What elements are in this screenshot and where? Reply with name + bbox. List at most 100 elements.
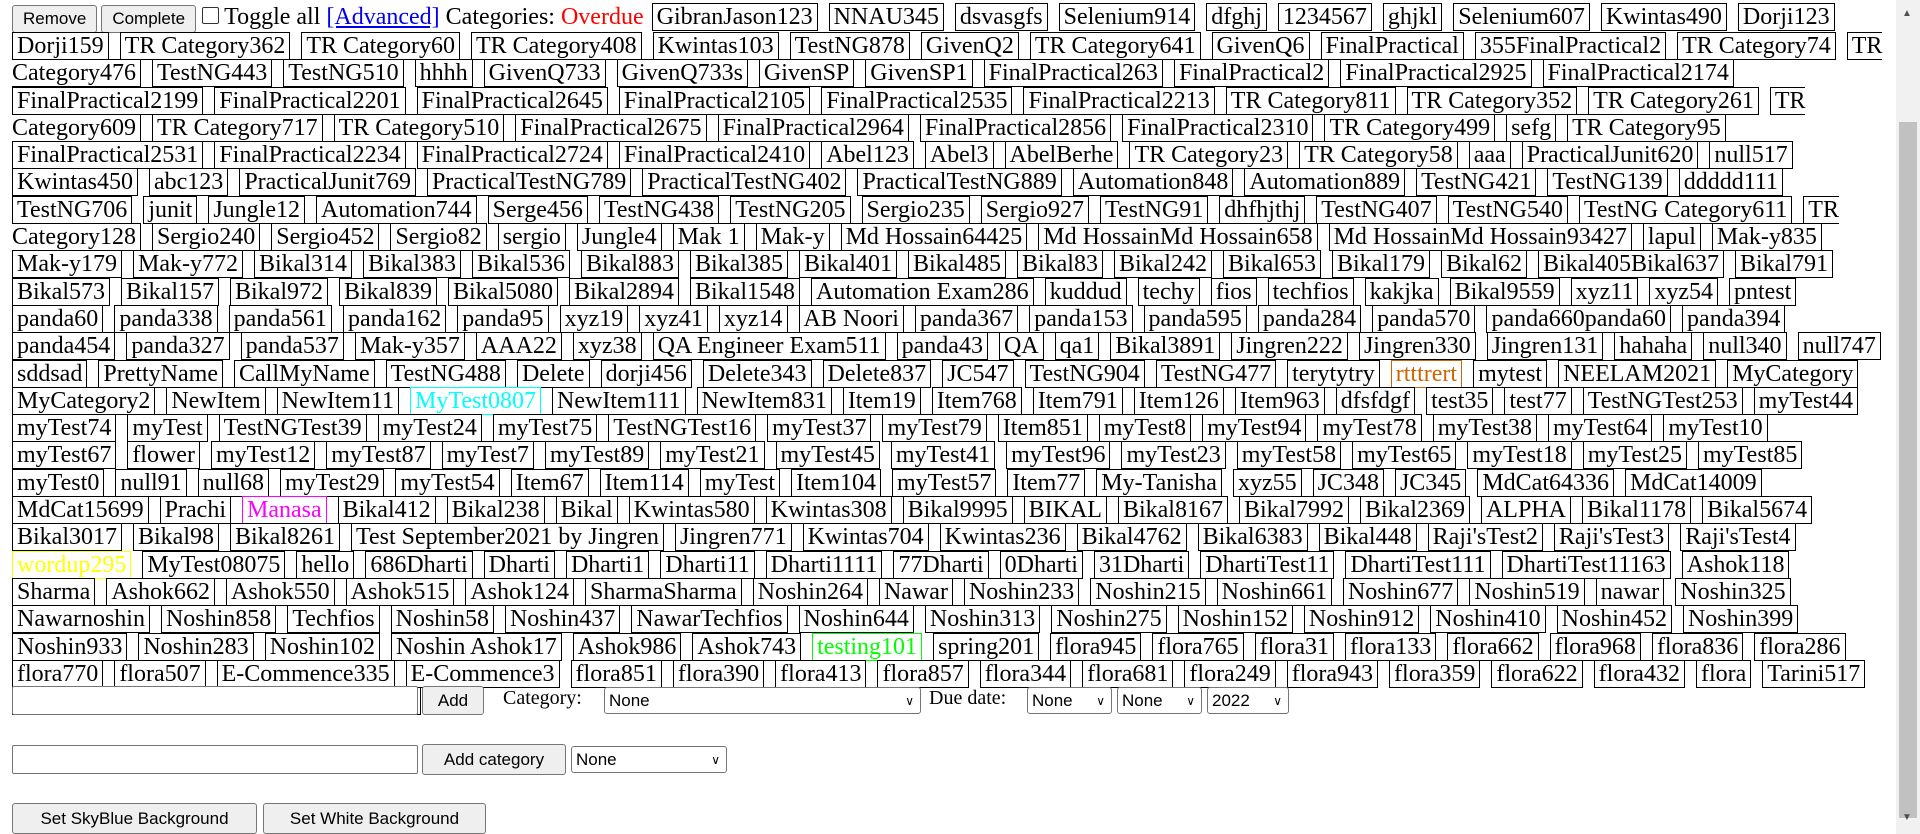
category-tag[interactable]: Dharti [483, 550, 555, 579]
category-tag[interactable]: My-Tanisha [1096, 468, 1222, 497]
category-tag[interactable]: FinalPractical2199 [12, 86, 204, 115]
category-tag[interactable]: Mak 1 [672, 223, 745, 252]
category-tag[interactable]: Bikal179 [1331, 250, 1430, 279]
category-tag[interactable]: techfios [1267, 277, 1354, 306]
category-tag[interactable]: Sergio927 [980, 195, 1089, 224]
category-tag[interactable]: abc123 [149, 168, 229, 197]
category-tag[interactable]: Abel3 [924, 141, 994, 170]
category-tag[interactable]: BIKAL [1023, 496, 1107, 525]
category-tag[interactable]: GivenQ2 [920, 32, 1019, 60]
category-tag[interactable]: Delete [516, 359, 590, 388]
category-tag[interactable]: xyz38 [572, 332, 642, 361]
category-tag[interactable]: FinalPractical2724 [416, 141, 608, 170]
category-tag[interactable]: Sergio235 [861, 195, 970, 224]
category-tag[interactable]: flora432 [1593, 659, 1685, 688]
vertical-scrollbar[interactable]: ▲ ▼ [1896, 0, 1920, 834]
category-tag[interactable]: Item77 [1007, 468, 1086, 497]
category-tag[interactable]: myTest25 [1582, 441, 1688, 470]
category-tag[interactable]: panda454 [12, 332, 116, 361]
category-tag[interactable]: myTest57 [892, 468, 997, 497]
category-tag[interactable]: TR Category717 [151, 113, 323, 142]
category-tag[interactable]: Automation744 [316, 195, 477, 224]
category-tag[interactable]: myTest41 [890, 441, 996, 470]
category-tag[interactable]: GivenQ733 [483, 59, 606, 88]
category-tag[interactable]: Jungle4 [576, 223, 662, 252]
category-tag[interactable]: flora836 [1651, 632, 1744, 661]
category-tag[interactable]: Test September2021 by Jingren [351, 523, 664, 552]
add-button[interactable]: Add [422, 686, 484, 715]
category-tag[interactable]: flora945 [1050, 632, 1142, 661]
category-tag[interactable]: Bikal383 [362, 250, 461, 279]
category-tag[interactable]: flora133 [1345, 632, 1437, 661]
category-tag[interactable]: 355FinalPractical2 [1474, 32, 1667, 60]
category-tag[interactable]: 77Dharti [893, 550, 989, 579]
category-tag[interactable]: TestNG205 [730, 195, 851, 224]
category-tag[interactable]: Noshin313 [924, 605, 1041, 634]
category-tag[interactable]: Jingren222 [1231, 332, 1348, 361]
category-tag[interactable]: Sharma [12, 577, 96, 606]
category-tag[interactable]: Ashok118 [1681, 550, 1790, 579]
category-tag[interactable]: PrettyName [98, 359, 223, 388]
category-tag[interactable]: panda327 [126, 332, 230, 361]
category-tag[interactable]: flower [127, 441, 200, 470]
category-tag[interactable]: Item19 [842, 386, 921, 415]
category-tag[interactable]: Noshin233 [963, 577, 1080, 606]
category-tag[interactable]: flora770 [12, 659, 104, 688]
category-tag[interactable]: Ashok986 [572, 632, 682, 661]
category-tag[interactable]: Kwintas704 [802, 523, 929, 552]
category-tag[interactable]: rtttrert [1390, 359, 1463, 388]
category-tag[interactable]: Kwintas580 [628, 496, 755, 525]
category-tag[interactable]: Md Hossain64425 [840, 223, 1028, 252]
category-tag[interactable]: NewItem [166, 386, 266, 415]
category-tag[interactable]: panda338 [114, 304, 218, 333]
category-tag[interactable]: GivenQ6 [1211, 32, 1310, 60]
category-tag[interactable]: PracticalJunit620 [1521, 141, 1699, 170]
category-tag[interactable]: Noshin410 [1430, 605, 1546, 634]
category-tag[interactable]: Noshin661 [1216, 577, 1332, 606]
category-tag[interactable]: myTest54 [395, 468, 500, 497]
category-tag[interactable]: myTest21 [660, 441, 765, 470]
category-tag[interactable]: spring201 [933, 632, 1040, 661]
category-tag[interactable]: Noshin283 [138, 632, 254, 661]
category-tag[interactable]: Sergio452 [271, 223, 380, 252]
category-tag[interactable]: FinalPractical2234 [214, 141, 406, 170]
category-tag[interactable]: dfsfdgf [1335, 386, 1416, 415]
category-tag[interactable]: Automation Exam286 [811, 277, 1034, 306]
add-category-button[interactable]: Add category [422, 744, 566, 775]
category-color-select[interactable]: None ∨ [571, 746, 727, 773]
category-tag[interactable]: myTest24 [377, 414, 482, 443]
new-item-input[interactable] [12, 686, 418, 715]
scroll-up-arrow-icon[interactable]: ▲ [1902, 8, 1912, 19]
category-tag[interactable]: myTest67 [12, 441, 117, 470]
toggle-all-checkbox[interactable] [202, 7, 220, 24]
category-tag[interactable]: testing101 [812, 632, 923, 661]
category-tag[interactable]: NNAU345 [828, 3, 944, 31]
category-tag[interactable]: FinalPractical2310 [1122, 113, 1314, 142]
category-tag[interactable]: Noshin152 [1177, 605, 1293, 634]
category-tag[interactable]: FinalPractical2675 [515, 113, 707, 142]
category-tag[interactable]: TR Category352 [1406, 86, 1578, 115]
category-tag[interactable]: TR Category499 [1324, 113, 1496, 142]
category-tag[interactable]: JC348 [1312, 468, 1384, 497]
category-tag[interactable]: myTest79 [882, 414, 987, 443]
category-tag[interactable]: panda394 [1682, 304, 1786, 333]
category-tag[interactable]: flora344 [979, 659, 1072, 688]
category-tag[interactable]: flora765 [1152, 632, 1244, 661]
scroll-down-arrow-icon[interactable]: ▼ [1902, 812, 1912, 823]
category-tag[interactable]: Dorji123 [1737, 3, 1835, 31]
category-tag[interactable]: Noshin452 [1556, 605, 1672, 634]
category-tag[interactable]: pntest [1729, 277, 1797, 306]
category-tag[interactable]: myTest87 [326, 441, 431, 470]
category-tag[interactable]: Delete837 [822, 359, 932, 388]
category-tag[interactable]: Sergio240 [151, 223, 261, 252]
category-tag[interactable]: null68 [197, 468, 269, 497]
category-tag[interactable]: Prachi [159, 496, 231, 525]
category-tag[interactable]: Noshin325 [1675, 577, 1791, 606]
category-tag[interactable]: panda43 [896, 332, 988, 361]
category-tag[interactable]: hello [296, 550, 355, 579]
category-tag[interactable]: myTest89 [544, 441, 650, 470]
category-tag[interactable]: sergio [497, 223, 566, 252]
category-tag[interactable]: Noshin58 [390, 605, 494, 634]
category-tag[interactable]: myTest74 [12, 414, 117, 443]
category-tag[interactable]: QA Engineer Exam511 [652, 332, 886, 361]
